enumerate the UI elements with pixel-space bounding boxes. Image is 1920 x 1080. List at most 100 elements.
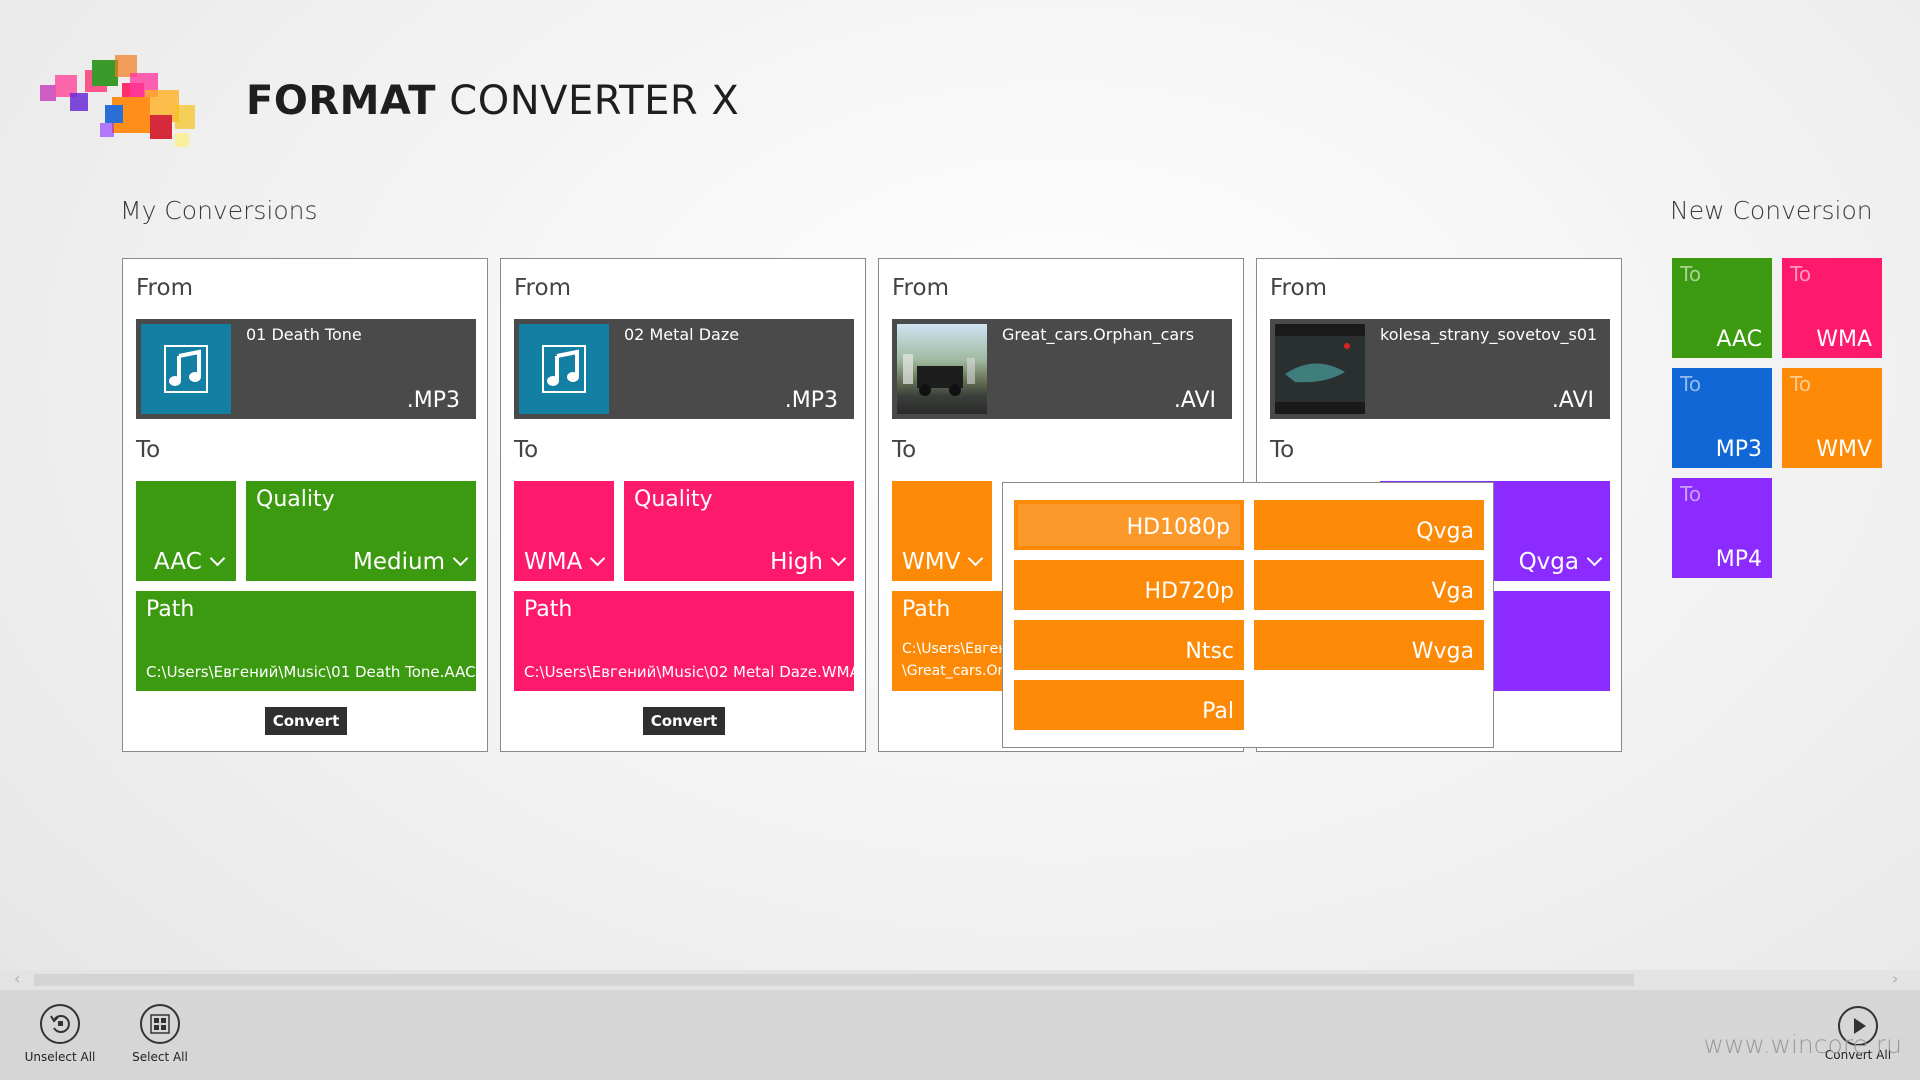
chevron-down-icon bbox=[209, 550, 226, 567]
new-conversion-aac[interactable]: To AAC bbox=[1672, 258, 1772, 358]
convert-button[interactable]: Convert bbox=[643, 707, 725, 735]
from-label: From bbox=[514, 275, 571, 301]
scrollbar-thumb[interactable] bbox=[34, 974, 1634, 986]
to-label: To bbox=[1680, 262, 1702, 286]
path-tile[interactable]: Path C:\Users\Евгений\Music\01 Death Ton… bbox=[136, 591, 476, 691]
video-thumbnail bbox=[897, 324, 987, 414]
unselect-all-button[interactable]: Unselect All bbox=[10, 1004, 110, 1064]
source-file-ext: .MP3 bbox=[784, 388, 838, 413]
app-logo bbox=[40, 55, 195, 147]
quality-value: High bbox=[770, 549, 823, 575]
my-conversions-heading: My Conversions bbox=[120, 196, 318, 225]
from-label: From bbox=[1270, 275, 1327, 301]
new-conversion-wmv[interactable]: To WMV bbox=[1782, 368, 1882, 468]
app-bar bbox=[0, 990, 1920, 1080]
to-label: To bbox=[1270, 437, 1295, 463]
convert-button[interactable]: Convert bbox=[265, 707, 347, 735]
music-note-icon bbox=[519, 324, 609, 414]
path-value: C:\Users\Евгений\Music\02 Metal Daze.WMA bbox=[524, 663, 860, 681]
source-file-tile[interactable]: kolesa_strany_sovetov_s01 .AVI bbox=[1270, 319, 1610, 419]
format-label: WMA bbox=[1816, 327, 1872, 352]
conversion-card[interactable]: From 02 Metal Daze .MP3 To WMA Quality H… bbox=[500, 258, 866, 752]
path-value-line1: C:\Users\Евген bbox=[902, 641, 1008, 657]
source-file-name: kolesa_strany_sovetov_s01 bbox=[1380, 325, 1598, 344]
from-label: From bbox=[136, 275, 193, 301]
quality-option-label: Pal bbox=[1202, 699, 1234, 724]
app-title-light: CONVERTER X bbox=[449, 78, 740, 124]
quality-label: Quality bbox=[634, 487, 713, 512]
quality-option-hd720p[interactable]: HD720p bbox=[1014, 560, 1244, 610]
new-conversion-mp4[interactable]: To MP4 bbox=[1672, 478, 1772, 578]
quality-option-pal[interactable]: Pal bbox=[1014, 680, 1244, 730]
to-label: To bbox=[1680, 482, 1702, 506]
to-label: To bbox=[1680, 372, 1702, 396]
to-label: To bbox=[1790, 262, 1812, 286]
quality-value: Medium bbox=[353, 549, 445, 575]
path-value: C:\Users\Евгений\Music\01 Death Tone.AAC bbox=[146, 663, 476, 681]
path-value-line2: \Great_cars.Or bbox=[902, 663, 1004, 679]
target-format-dropdown[interactable]: WMV bbox=[892, 481, 992, 581]
path-label: Path bbox=[146, 597, 195, 622]
path-label: Path bbox=[524, 597, 573, 622]
quality-option-label: Wvga bbox=[1411, 639, 1474, 664]
format-label: MP4 bbox=[1715, 547, 1762, 572]
unselect-all-label: Unselect All bbox=[24, 1050, 96, 1064]
source-file-ext: .AVI bbox=[1173, 388, 1216, 413]
to-label: To bbox=[892, 437, 917, 463]
source-file-tile[interactable]: 01 Death Tone .MP3 bbox=[136, 319, 476, 419]
new-conversion-wma[interactable]: To WMA bbox=[1782, 258, 1882, 358]
undo-icon bbox=[40, 1004, 80, 1044]
target-format-dropdown[interactable]: WMA bbox=[514, 481, 614, 581]
to-label: To bbox=[1790, 372, 1812, 396]
quality-option-wvga[interactable]: Wvga bbox=[1254, 620, 1484, 670]
scroll-left-icon[interactable]: ‹ bbox=[14, 969, 20, 988]
source-file-tile[interactable]: Great_cars.Orphan_cars .AVI bbox=[892, 319, 1232, 419]
video-thumbnail bbox=[1275, 324, 1365, 414]
chevron-down-icon bbox=[968, 550, 984, 567]
quality-option-qvga[interactable]: Qvga bbox=[1254, 500, 1484, 550]
source-file-tile[interactable]: 02 Metal Daze .MP3 bbox=[514, 319, 854, 419]
music-note-icon bbox=[141, 324, 231, 414]
quality-options-popup: HD1080p HD720p Ntsc Pal Qvga Vga Wvga bbox=[1002, 482, 1494, 748]
scroll-right-icon[interactable]: › bbox=[1892, 969, 1898, 988]
select-all-label: Select All bbox=[132, 1050, 188, 1064]
to-label: To bbox=[514, 437, 539, 463]
quality-value: Qvga bbox=[1518, 549, 1579, 575]
to-label: To bbox=[136, 437, 161, 463]
conversion-card[interactable]: From 01 Death Tone .MP3 To AAC Quality M… bbox=[122, 258, 488, 752]
quality-option-label: Ntsc bbox=[1185, 639, 1234, 664]
chevron-down-icon bbox=[452, 550, 469, 567]
app-title-bold: FORMAT bbox=[246, 78, 437, 124]
source-file-ext: .MP3 bbox=[406, 388, 460, 413]
quality-dropdown[interactable]: Quality High bbox=[624, 481, 854, 581]
new-conversion-heading: New Conversion bbox=[1670, 196, 1873, 225]
new-conversion-mp3[interactable]: To MP3 bbox=[1672, 368, 1772, 468]
target-format-value: WMV bbox=[902, 549, 961, 575]
quality-label: Quality bbox=[256, 487, 335, 512]
app-title: FORMAT CONVERTER X bbox=[246, 78, 739, 124]
select-all-button[interactable]: Select All bbox=[110, 1004, 210, 1064]
target-format-value: AAC bbox=[154, 549, 202, 575]
source-file-name: 02 Metal Daze bbox=[624, 325, 740, 344]
watermark: www.wincore.ru bbox=[1703, 1030, 1902, 1059]
target-format-value: WMA bbox=[524, 549, 583, 575]
quality-dropdown[interactable]: Quality Medium bbox=[246, 481, 476, 581]
quality-option-ntsc[interactable]: Ntsc bbox=[1014, 620, 1244, 670]
quality-option-vga[interactable]: Vga bbox=[1254, 560, 1484, 610]
path-tile[interactable]: Path C:\Users\Евгений\Music\02 Metal Daz… bbox=[514, 591, 860, 691]
quality-option-label: Vga bbox=[1431, 579, 1475, 604]
quality-option-label: Qvga bbox=[1416, 519, 1474, 544]
path-label: Path bbox=[902, 597, 951, 622]
select-all-icon bbox=[140, 1004, 180, 1044]
source-file-ext: .AVI bbox=[1551, 388, 1594, 413]
chevron-down-icon bbox=[590, 550, 606, 567]
quality-option-label: HD720p bbox=[1144, 579, 1234, 604]
source-file-name: 01 Death Tone bbox=[246, 325, 362, 344]
from-label: From bbox=[892, 275, 949, 301]
format-label: WMV bbox=[1816, 437, 1872, 462]
quality-option-hd1080p[interactable]: HD1080p bbox=[1014, 500, 1244, 550]
format-label: MP3 bbox=[1715, 437, 1762, 462]
target-format-dropdown[interactable]: AAC bbox=[136, 481, 236, 581]
chevron-down-icon bbox=[1586, 550, 1603, 567]
chevron-down-icon bbox=[830, 550, 847, 567]
